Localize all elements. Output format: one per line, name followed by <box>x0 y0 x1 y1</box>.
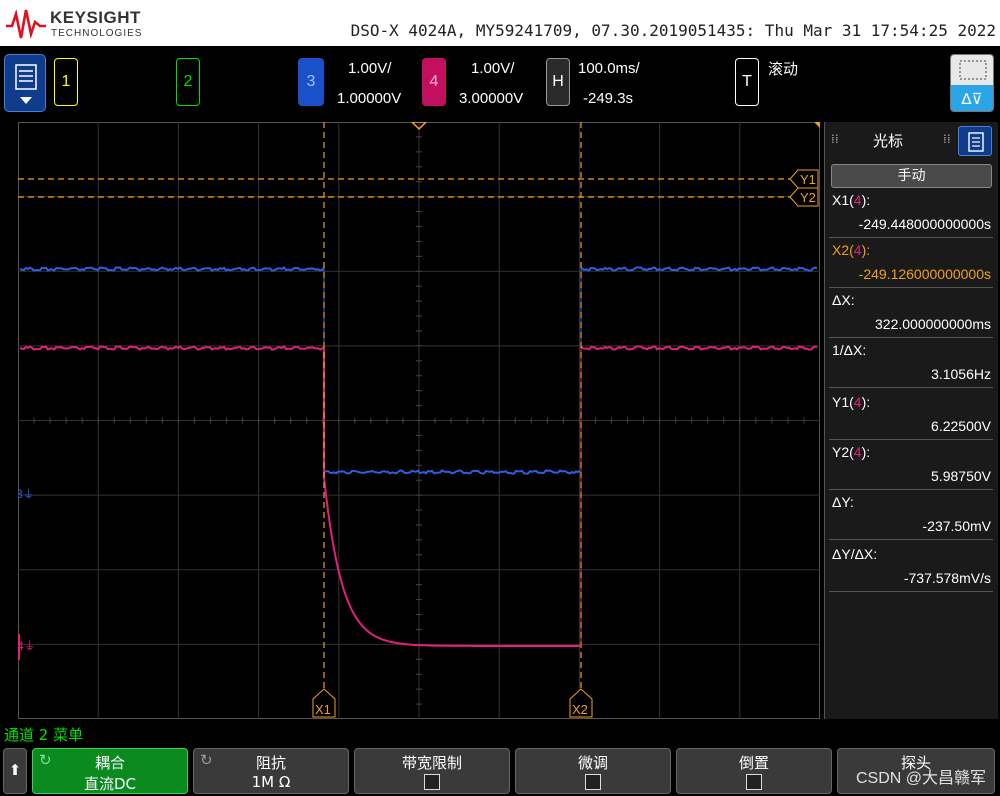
brand-name: KEYSIGHT <box>50 8 141 27</box>
cursor-x2-tag-label: X2 <box>572 702 588 717</box>
cursors-panel-title: 光标 <box>873 132 904 150</box>
y2-value: 5.98750V <box>931 468 991 484</box>
x2-label: X2(4): <box>832 242 871 258</box>
channel-3-button[interactable]: 3 <box>298 58 324 106</box>
invert-softkey[interactable]: 倒置 <box>676 748 832 794</box>
timebase-scale: 100.0ms/ <box>578 60 640 77</box>
brand-subtitle: TECHNOLOGIES <box>51 28 143 39</box>
delta-y-over-delta-x-label: ΔY/ΔX: <box>832 546 878 562</box>
impedance-softkey[interactable]: ↻ 阻抗 1M Ω <box>193 748 349 794</box>
delta-y-label: ΔY: <box>832 494 854 510</box>
channel-1-button[interactable]: 1 <box>54 58 78 106</box>
up-arrow-icon: ⬆ <box>8 761 22 779</box>
cursor-y2-tag-label: Y2 <box>800 190 816 205</box>
ch4-scale: 1.00V/ <box>471 60 515 77</box>
timebase-position: -249.3s <box>583 90 634 107</box>
trigger-mode: 滚动 <box>768 61 799 78</box>
cursor-y1-tag-label: Y1 <box>800 172 816 187</box>
divider <box>829 387 993 388</box>
invert-label: 倒置 <box>738 754 769 772</box>
list-icon <box>968 132 984 152</box>
fine-checkbox[interactable] <box>585 774 601 790</box>
ch3-ground-marker: 3⏚ <box>18 487 35 501</box>
cursor-x1-tag-label: X1 <box>315 702 331 717</box>
graticule-svg: Y1 Y2 X1 X2 3⏚ 4⏚ <box>18 122 820 719</box>
channel-4-button[interactable]: 4 <box>422 58 446 106</box>
bandwidth-limit-label: 带宽限制 <box>401 754 462 772</box>
coupling-value: 直流DC <box>83 775 137 793</box>
touch-zoom-button[interactable]: ∆⊽ <box>950 54 994 112</box>
divider <box>829 489 993 490</box>
y2-label: Y2(4): <box>832 444 871 460</box>
divider <box>829 591 993 592</box>
x1-value: -249.448000000000s <box>858 216 991 232</box>
bandwidth-limit-softkey[interactable]: 带宽限制 <box>354 748 510 794</box>
fine-label: 微调 <box>577 754 608 772</box>
ch3-offset: 1.00000V <box>337 90 402 107</box>
delta-y-over-delta-x-value: -737.578mV/s <box>903 570 991 586</box>
bandwidth-limit-checkbox[interactable] <box>424 774 440 790</box>
panel-list-button[interactable] <box>958 126 992 156</box>
delta-x-value: 322.000000000ms <box>875 316 991 332</box>
softkey-bar: ⬆ ↻ 耦合 直流DC ↻ 阻抗 1M Ω 带宽限制 微调 倒置 探头 <box>0 746 1000 796</box>
impedance-label: 阻抗 <box>255 754 286 772</box>
ch3-trace-low <box>323 469 581 475</box>
coupling-softkey[interactable]: ↻ 耦合 直流DC <box>32 748 188 794</box>
ch4-trace-decay <box>323 348 580 647</box>
channel-2-button[interactable]: 2 <box>176 58 200 106</box>
trigger-button[interactable]: T <box>735 58 759 106</box>
keysight-wave-icon <box>6 9 46 39</box>
control-bar: 1 2 3 1.00V/ 1.00000V 4 1.00V/ 3.00000V … <box>0 46 1000 122</box>
invert-checkbox[interactable] <box>746 774 762 790</box>
menu-icon <box>15 64 37 104</box>
zoom-box-icon <box>959 60 987 80</box>
x1-label: X1(4): <box>832 192 871 208</box>
drag-grip-icon[interactable]: ⁞⁞ <box>943 132 951 146</box>
divider <box>829 439 993 440</box>
delta-x-label: ΔX: <box>832 292 855 308</box>
waveform-display[interactable]: Y1 Y2 X1 X2 3⏚ 4⏚ <box>18 122 820 719</box>
ch4-trace-high-right <box>580 345 818 351</box>
channel-menu-title: 通道 2 菜单 <box>4 726 84 744</box>
y1-value: 6.22500V <box>931 418 991 434</box>
instrument-status-line: DSO-X 4024A, MY59241709, 07.30.201905143… <box>350 21 996 40</box>
keysight-logo: KEYSIGHT TECHNOLOGIES <box>4 6 164 42</box>
cursors-panel-header: ⁞⁞ 光标 ⁞⁞ <box>825 122 998 158</box>
watermark: CSDN @大昌赣军 <box>855 770 986 787</box>
impedance-value: 1M Ω <box>251 773 291 791</box>
fine-softkey[interactable]: 微调 <box>515 748 671 794</box>
title-bar: KEYSIGHT TECHNOLOGIES DSO-X 4024A, MY592… <box>0 0 1000 46</box>
drag-grip-icon[interactable]: ⁞⁞ <box>831 132 839 146</box>
horizontal-button[interactable]: H <box>546 58 570 106</box>
cursors-panel: ⁞⁞ 光标 ⁞⁞ 手动 X1(4): -249.448000000000s X2… <box>824 122 998 719</box>
divider <box>829 539 993 540</box>
y1-label: Y1(4): <box>832 394 871 410</box>
ch3-scale: 1.00V/ <box>348 60 392 77</box>
ch4-trace-high-left <box>19 345 325 351</box>
back-button[interactable]: ⬆ <box>3 748 27 794</box>
divider <box>829 237 993 238</box>
delta-wave-icon: ∆⊽ <box>951 85 993 111</box>
divider <box>829 337 993 338</box>
divider <box>829 287 993 288</box>
delta-y-value: -237.50mV <box>922 518 991 534</box>
ch3-trace-high-left <box>19 266 325 272</box>
main-menu-button[interactable] <box>4 54 46 112</box>
inverse-delta-x-value: 3.1056Hz <box>931 366 991 382</box>
ch4-offset: 3.00000V <box>459 90 524 107</box>
inverse-delta-x-label: 1/ΔX: <box>832 342 867 358</box>
cursor-mode-button[interactable]: 手动 <box>831 164 992 188</box>
x2-value: -249.126000000000s <box>858 266 991 282</box>
coupling-label: 耦合 <box>94 754 125 772</box>
ch4-ground-marker: 4⏚ <box>18 639 36 653</box>
ch3-trace-high-right <box>580 266 818 272</box>
